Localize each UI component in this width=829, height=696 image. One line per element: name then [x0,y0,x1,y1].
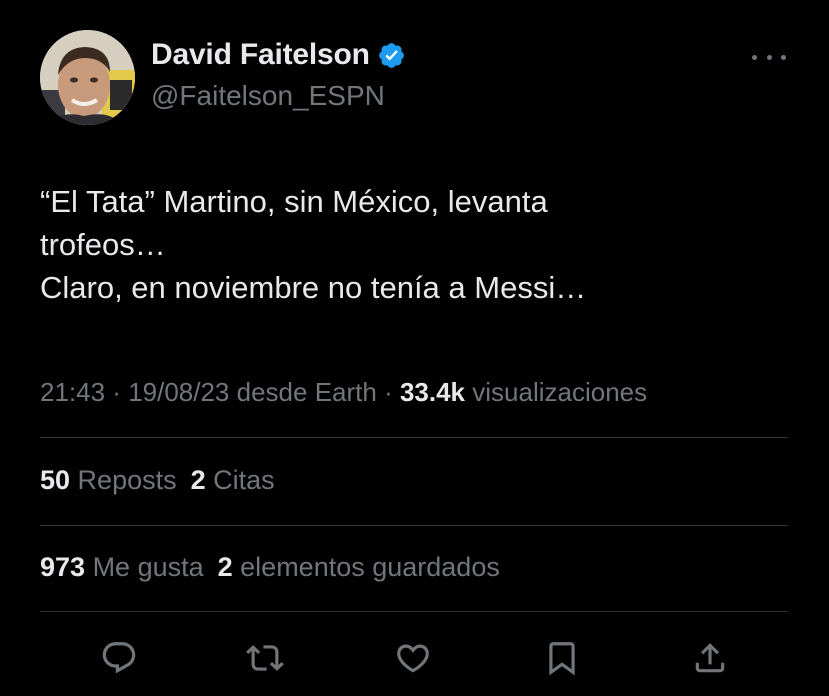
stats-reposts-row: 50 Reposts 2 Citas [40,465,275,496]
divider [40,525,788,526]
reposts-count: 50 [40,465,71,495]
verified-badge-icon [378,42,404,68]
author-name[interactable]: David Faitelson [151,38,370,72]
tweet-meta: 21:43 · 19/08/23 desde Earth · 33.4k vis… [40,377,647,408]
reposts-link[interactable]: 50 Reposts [40,465,177,495]
divider [40,611,788,612]
reply-button[interactable] [97,636,141,680]
tweet-date[interactable]: 19/08/23 [128,377,229,407]
likes-count: 973 [40,552,86,582]
divider [40,437,788,438]
more-dot [766,54,772,60]
retweet-icon [246,645,284,671]
author-handle[interactable]: @Faitelson_ESPN [151,80,385,112]
tweet-line: Claro, en noviembre no tenía a Messi… [40,270,587,305]
likes-label: Me gusta [85,552,204,582]
more-dot [781,54,786,60]
bookmarks-label: elementos guardados [232,552,500,582]
bookmark-icon [549,642,575,676]
tweet-line: trofeos… [40,227,166,262]
heart-icon [397,644,429,673]
tweet-source: desde Earth [229,377,377,407]
more-dot [752,54,757,60]
reply-icon [102,642,136,674]
views-label: visualizaciones [465,377,648,407]
author-name-row: David Faitelson [151,38,406,72]
share-button[interactable] [688,636,732,680]
quotes-label: Citas [205,465,275,495]
reposts-label: Reposts [70,465,177,495]
tweet-text: “El Tata” Martino, sin México, levanta t… [40,180,780,309]
meta-separator: · [376,377,400,407]
meta-separator: · [105,377,129,407]
bookmark-button[interactable] [540,636,584,680]
bookmarks-link[interactable]: 2 elementos guardados [218,552,500,582]
likes-link[interactable]: 973 Me gusta [40,552,204,582]
avatar-photo [40,30,135,125]
retweet-button[interactable] [243,636,287,680]
share-icon [695,643,725,673]
action-bar [0,636,829,682]
like-button[interactable] [391,636,435,680]
avatar[interactable] [40,30,135,125]
stats-likes-row: 973 Me gusta 2 elementos guardados [40,552,500,583]
tweet-time[interactable]: 21:43 [40,377,105,407]
quotes-link[interactable]: 2 Citas [191,465,275,495]
more-icon[interactable] [752,48,786,66]
tweet-line: “El Tata” Martino, sin México, levanta [40,184,548,219]
views-count: 33.4k [399,377,466,407]
quotes-count: 2 [190,465,206,495]
bookmarks-count: 2 [217,552,233,582]
